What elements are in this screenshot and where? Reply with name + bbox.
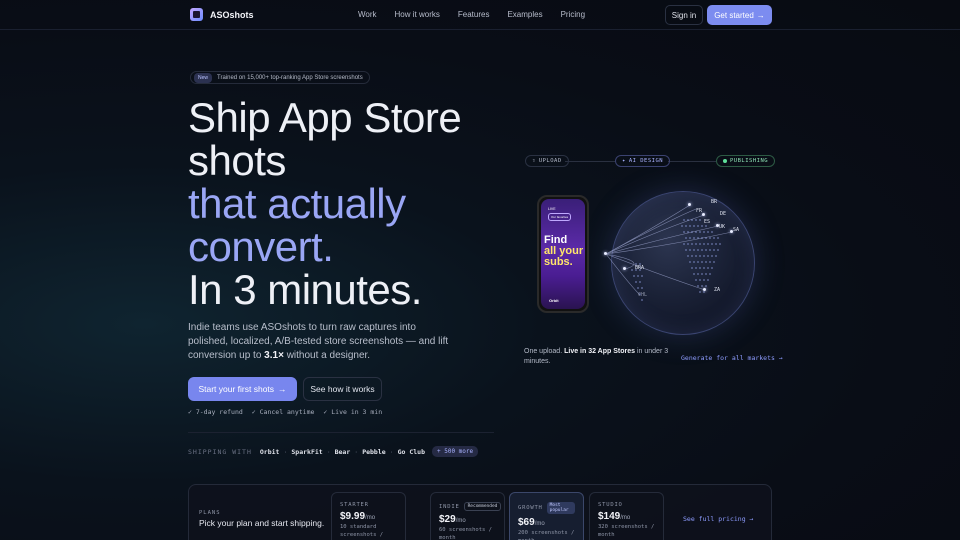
plan-desc: 200 screenshots / month [518, 530, 575, 540]
plan-price: $69/mo [518, 517, 575, 528]
plan-name: GROWTH Most popular [518, 502, 575, 514]
connection-lines [605, 204, 733, 296]
market-label-br: BR [711, 199, 718, 205]
plan-price: $29/mo [439, 514, 496, 525]
plans-label: PLANS [199, 510, 221, 516]
market-label-sa: SA [733, 227, 740, 233]
plans-title: Pick your plan and start shipping. [199, 518, 325, 528]
plan-name-text: GROWTH [518, 505, 543, 511]
plan-price-period: /mo [365, 515, 376, 521]
upload-note-highlight: Live in 32 App Stores [564, 348, 636, 355]
plan-card-indie[interactable]: INDIE Recommended $29/mo 60 screenshots … [430, 492, 505, 540]
plan-price: $149/mo [598, 511, 655, 522]
market-label-de: DE [720, 211, 727, 217]
market-label-chl: CHL [638, 292, 648, 298]
market-node [703, 288, 706, 291]
generate-all-markets-link[interactable]: Generate for all markets → [681, 354, 783, 362]
plan-name-text: STARTER [340, 502, 369, 508]
plan-name: STARTER [340, 502, 397, 508]
plan-price-value: $69 [518, 517, 535, 528]
market-label-uk: UK [719, 224, 726, 230]
plan-card-starter[interactable]: STARTER $9.99/mo 10 standard screenshots… [331, 492, 406, 540]
plan-name: INDIE Recommended [439, 502, 502, 511]
plan-price-period: /mo [455, 518, 466, 524]
plan-card-growth[interactable]: GROWTH Most popular $69/mo 200 screensho… [509, 492, 584, 540]
plan-desc: 60 screenshots / month [439, 527, 492, 540]
market-node [604, 252, 607, 255]
most-popular-badge: Most popular [546, 502, 575, 514]
plan-desc: 320 screenshots / month [598, 524, 655, 538]
plan-name-text: STUDIO [598, 502, 623, 508]
live-indicator: LIVE [548, 207, 556, 211]
market-label-bra: BRA [635, 265, 645, 271]
phone-headline: Find all your subs. [544, 235, 583, 268]
plan-price-value: $9.99 [340, 511, 366, 522]
plan-price-period: /mo [534, 521, 545, 527]
pricing-strip: PLANS Pick your plan and start shipping.… [188, 484, 772, 540]
plan-name-text: INDIE [439, 503, 460, 510]
see-full-pricing-link[interactable]: See full pricing → [683, 515, 753, 523]
market-node [623, 267, 626, 270]
recommended-badge: Recommended [463, 502, 502, 511]
market-node [702, 213, 705, 216]
upload-note: One upload. Live in 32 App Stores in und… [524, 347, 674, 367]
phone-screen: LIVE Our favorites Find all your subs. O… [541, 199, 585, 309]
favorites-chip: Our favorites [548, 213, 572, 221]
plan-name: STUDIO [598, 502, 655, 508]
plan-desc: 10 standard screenshots / month [340, 524, 384, 538]
plan-price-period: /mo [620, 515, 631, 521]
phone-brand: Orbit [549, 298, 559, 303]
phone-mockup: LIVE Our favorites Find all your subs. O… [537, 195, 589, 313]
plan-price: $9.99/mo [340, 511, 397, 522]
phone-headline-line: subs. [544, 256, 573, 268]
plan-price-value: $29 [439, 514, 456, 525]
market-label-za: ZA [714, 287, 721, 293]
plan-price-value: $149 [598, 511, 621, 522]
market-label-es: ES [704, 219, 711, 225]
upload-note-text: One upload. [524, 348, 565, 355]
plan-card-studio[interactable]: STUDIO $149/mo 320 screenshots / month [589, 492, 664, 540]
market-label-fr: FR [696, 208, 703, 214]
market-node [688, 203, 691, 206]
